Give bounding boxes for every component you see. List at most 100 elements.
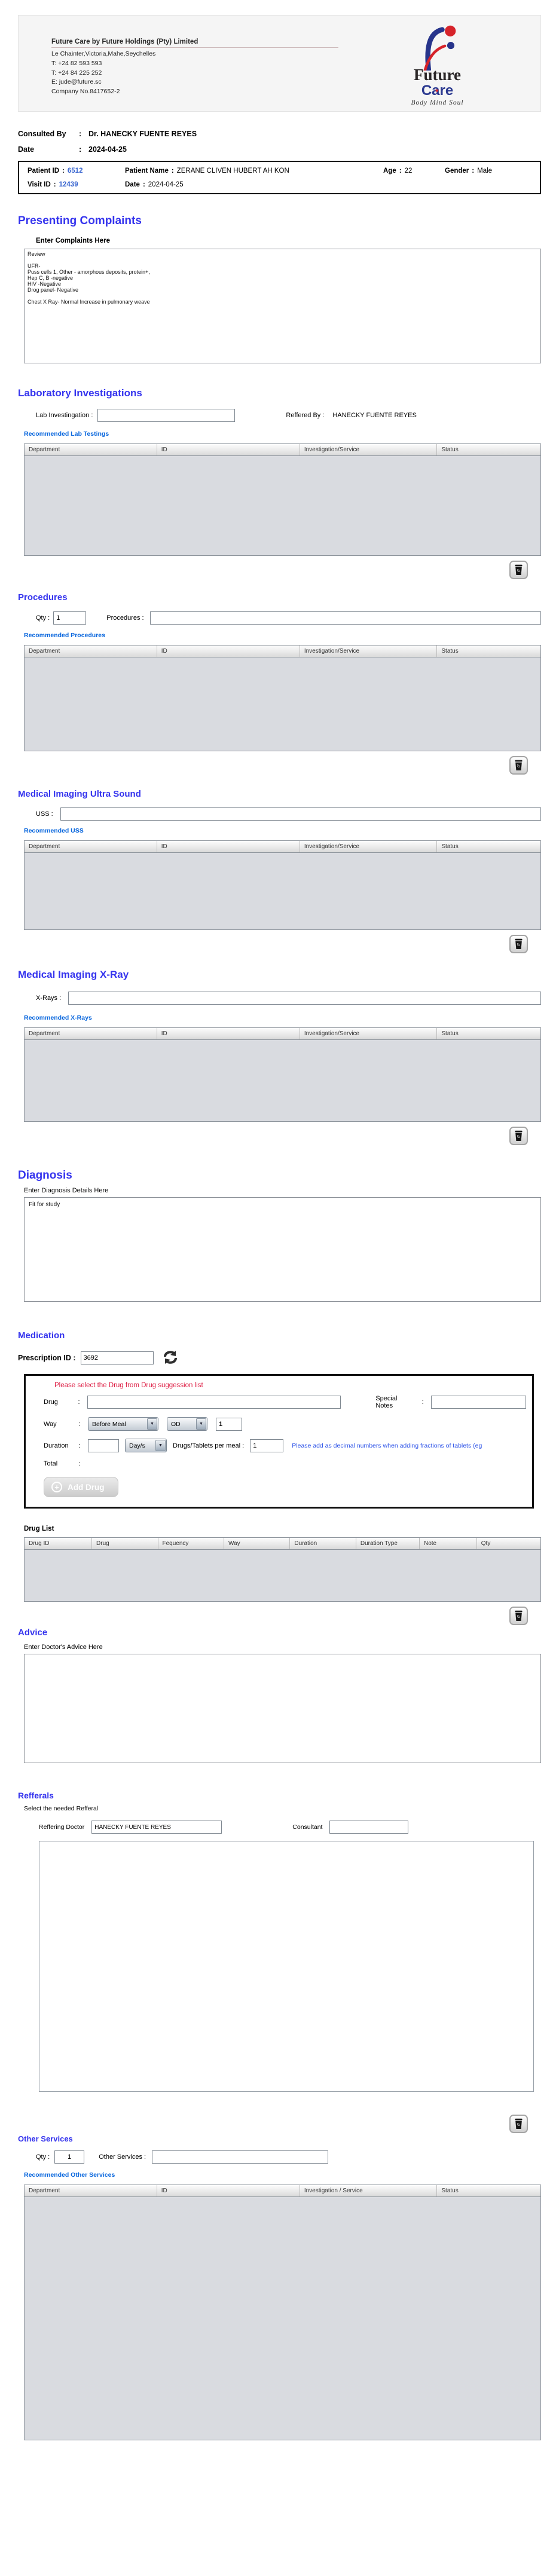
clear-lab-table-button[interactable]: ↻ <box>509 561 528 579</box>
uss-input[interactable] <box>60 807 541 821</box>
colon: : <box>171 167 174 175</box>
referred-by-value: HANECKY FUENTE REYES <box>332 412 417 419</box>
column-header[interactable]: ID <box>157 645 300 657</box>
add-drug-button[interactable]: + Add Drug <box>44 1477 118 1497</box>
drug-list-table-body <box>25 1550 540 1601</box>
complaints-textarea[interactable]: Review UFR- Puss cells 1, Other - amorph… <box>24 249 541 363</box>
total-label: Total <box>44 1460 58 1467</box>
column-header[interactable]: ID <box>157 1028 300 1039</box>
column-header[interactable]: Fequency <box>158 1538 224 1549</box>
consultant-input[interactable] <box>329 1821 409 1834</box>
duration-label: Duration <box>44 1442 69 1449</box>
column-header[interactable]: Status <box>437 444 540 455</box>
refresh-prescription-button[interactable] <box>161 1349 180 1367</box>
column-header[interactable]: Status <box>437 1028 540 1039</box>
other-services-title: Other Services <box>18 2134 73 2143</box>
procedures-table-header: Department ID Investigation/Service Stat… <box>25 645 540 657</box>
other-services-qty-label: Qty : <box>36 2153 50 2161</box>
clear-uss-table-button[interactable]: ↻ <box>509 935 528 953</box>
other-services-table: Department ID Investigation / Service St… <box>24 2185 541 2440</box>
referrals-title: Refferals <box>18 1791 54 1800</box>
lab-investigation-label: Lab Investingation : <box>36 412 93 419</box>
prescription-id-input[interactable] <box>80 1351 154 1365</box>
column-header[interactable]: Investigation/Service <box>300 841 438 852</box>
visit-id-label: Visit ID <box>28 181 51 188</box>
column-header[interactable]: Note <box>420 1538 477 1549</box>
frequency-select[interactable]: OD ▼ <box>167 1417 207 1431</box>
clear-xray-table-button[interactable]: ↻ <box>509 1127 528 1145</box>
column-header[interactable]: Department <box>25 2185 157 2196</box>
clear-procedures-table-button[interactable]: ↻ <box>509 756 528 775</box>
address-line: Le Chainter,Victoria,Mahe,Seychelles <box>51 50 156 57</box>
lab-investigation-input[interactable] <box>97 409 236 422</box>
fraction-note: Please add as decimal numbers when addin… <box>292 1442 482 1449</box>
special-notes-input[interactable] <box>431 1396 526 1409</box>
column-header[interactable]: Department <box>25 841 157 852</box>
xrays-input[interactable] <box>68 992 541 1005</box>
column-header[interactable]: Investigation / Service <box>300 2185 438 2196</box>
column-header[interactable]: Department <box>25 1028 157 1039</box>
referrals-list-box[interactable] <box>39 1841 534 2092</box>
clear-referrals-button[interactable]: ↻ <box>509 2115 528 2133</box>
procedures-input[interactable] <box>149 611 541 625</box>
column-header[interactable]: Investigation/Service <box>300 1028 438 1039</box>
per-meal-label: Drugs/Tablets per meal : <box>173 1442 245 1449</box>
procedures-table: Department ID Investigation/Service Stat… <box>24 645 541 751</box>
column-header[interactable]: Status <box>437 841 540 852</box>
recommended-xrays-link[interactable]: Recommended X-Rays <box>24 1014 541 1021</box>
diagnosis-textarea[interactable]: Fit for study <box>24 1197 541 1302</box>
column-header[interactable]: Investigation/Service <box>300 444 438 455</box>
colon: : <box>472 167 475 175</box>
duration-unit-select[interactable]: Day/s ▼ <box>125 1439 167 1452</box>
column-header[interactable]: Status <box>437 645 540 657</box>
other-services-label: Other Services : <box>99 2153 146 2161</box>
per-meal-input[interactable] <box>250 1439 284 1452</box>
lab-table-header: Department ID Investigation/Service Stat… <box>25 444 540 456</box>
referring-doctor-label: Reffering Doctor <box>39 1824 85 1831</box>
column-header[interactable]: ID <box>157 841 300 852</box>
duration-input[interactable] <box>88 1439 119 1452</box>
recommended-other-services-link[interactable]: Recommended Other Services <box>24 2171 541 2179</box>
recommended-lab-testings-link[interactable]: Recommended Lab Testings <box>24 430 541 438</box>
consult-date-value: 2024-04-25 <box>88 145 127 154</box>
clear-drug-list-button[interactable]: ↻ <box>509 1607 528 1625</box>
visit-date-label: Date <box>125 181 140 188</box>
column-header[interactable]: ID <box>157 2185 300 2196</box>
drug-input[interactable] <box>87 1396 341 1409</box>
column-header[interactable]: Duration <box>290 1538 356 1549</box>
xray-section: Medical Imaging X-Ray X-Rays : Recommend… <box>18 969 541 1145</box>
column-header[interactable]: Department <box>25 444 157 455</box>
add-drug-label: Add Drug <box>68 1482 105 1492</box>
other-services-qty-input[interactable] <box>54 2150 85 2164</box>
column-header[interactable]: ID <box>157 444 300 455</box>
visit-date-value: 2024-04-25 <box>148 181 184 188</box>
way-qty-input[interactable] <box>216 1417 242 1431</box>
referring-doctor-input[interactable] <box>91 1821 222 1834</box>
consultation-meta: Consulted By : Dr. HANECKY FUENTE REYES … <box>18 130 541 154</box>
colon: : <box>421 1399 424 1406</box>
column-header[interactable]: Drug <box>92 1538 158 1549</box>
column-header[interactable]: Way <box>224 1538 291 1549</box>
column-header[interactable]: Department <box>25 645 157 657</box>
drug-list-table: Drug ID Drug Fequency Way Duration Durat… <box>24 1537 541 1602</box>
trash-icon: ↻ <box>515 1610 523 1621</box>
column-header[interactable]: Investigation/Service <box>300 645 438 657</box>
column-header[interactable]: Drug ID <box>25 1538 93 1549</box>
colon: : <box>142 181 145 188</box>
clinic-header: Future Care by Future Holdings (Pty) Lim… <box>18 15 541 112</box>
column-header[interactable]: Duration Type <box>356 1538 420 1549</box>
advice-textarea[interactable] <box>24 1654 541 1763</box>
uss-table: Department ID Investigation/Service Stat… <box>24 840 541 930</box>
column-header[interactable]: Status <box>437 2185 540 2196</box>
recommended-procedures-link[interactable]: Recommended Procedures <box>24 632 541 639</box>
way-select[interactable]: Before Meal ▼ <box>88 1417 158 1431</box>
address-line: T: +24 82 593 593 <box>51 59 102 67</box>
other-services-input[interactable] <box>152 2150 329 2164</box>
column-header[interactable]: Qty <box>477 1538 540 1549</box>
recommended-uss-link[interactable]: Recommended USS <box>24 827 541 834</box>
uss-table-header: Department ID Investigation/Service Stat… <box>25 841 540 853</box>
medication-section: Medication Prescription ID : Please sele… <box>18 1330 541 1625</box>
prescription-id-row: Prescription ID : <box>18 1349 541 1367</box>
procedures-qty-input[interactable] <box>53 611 87 625</box>
referrals-subtitle: Select the needed Refferal <box>24 1805 99 1812</box>
